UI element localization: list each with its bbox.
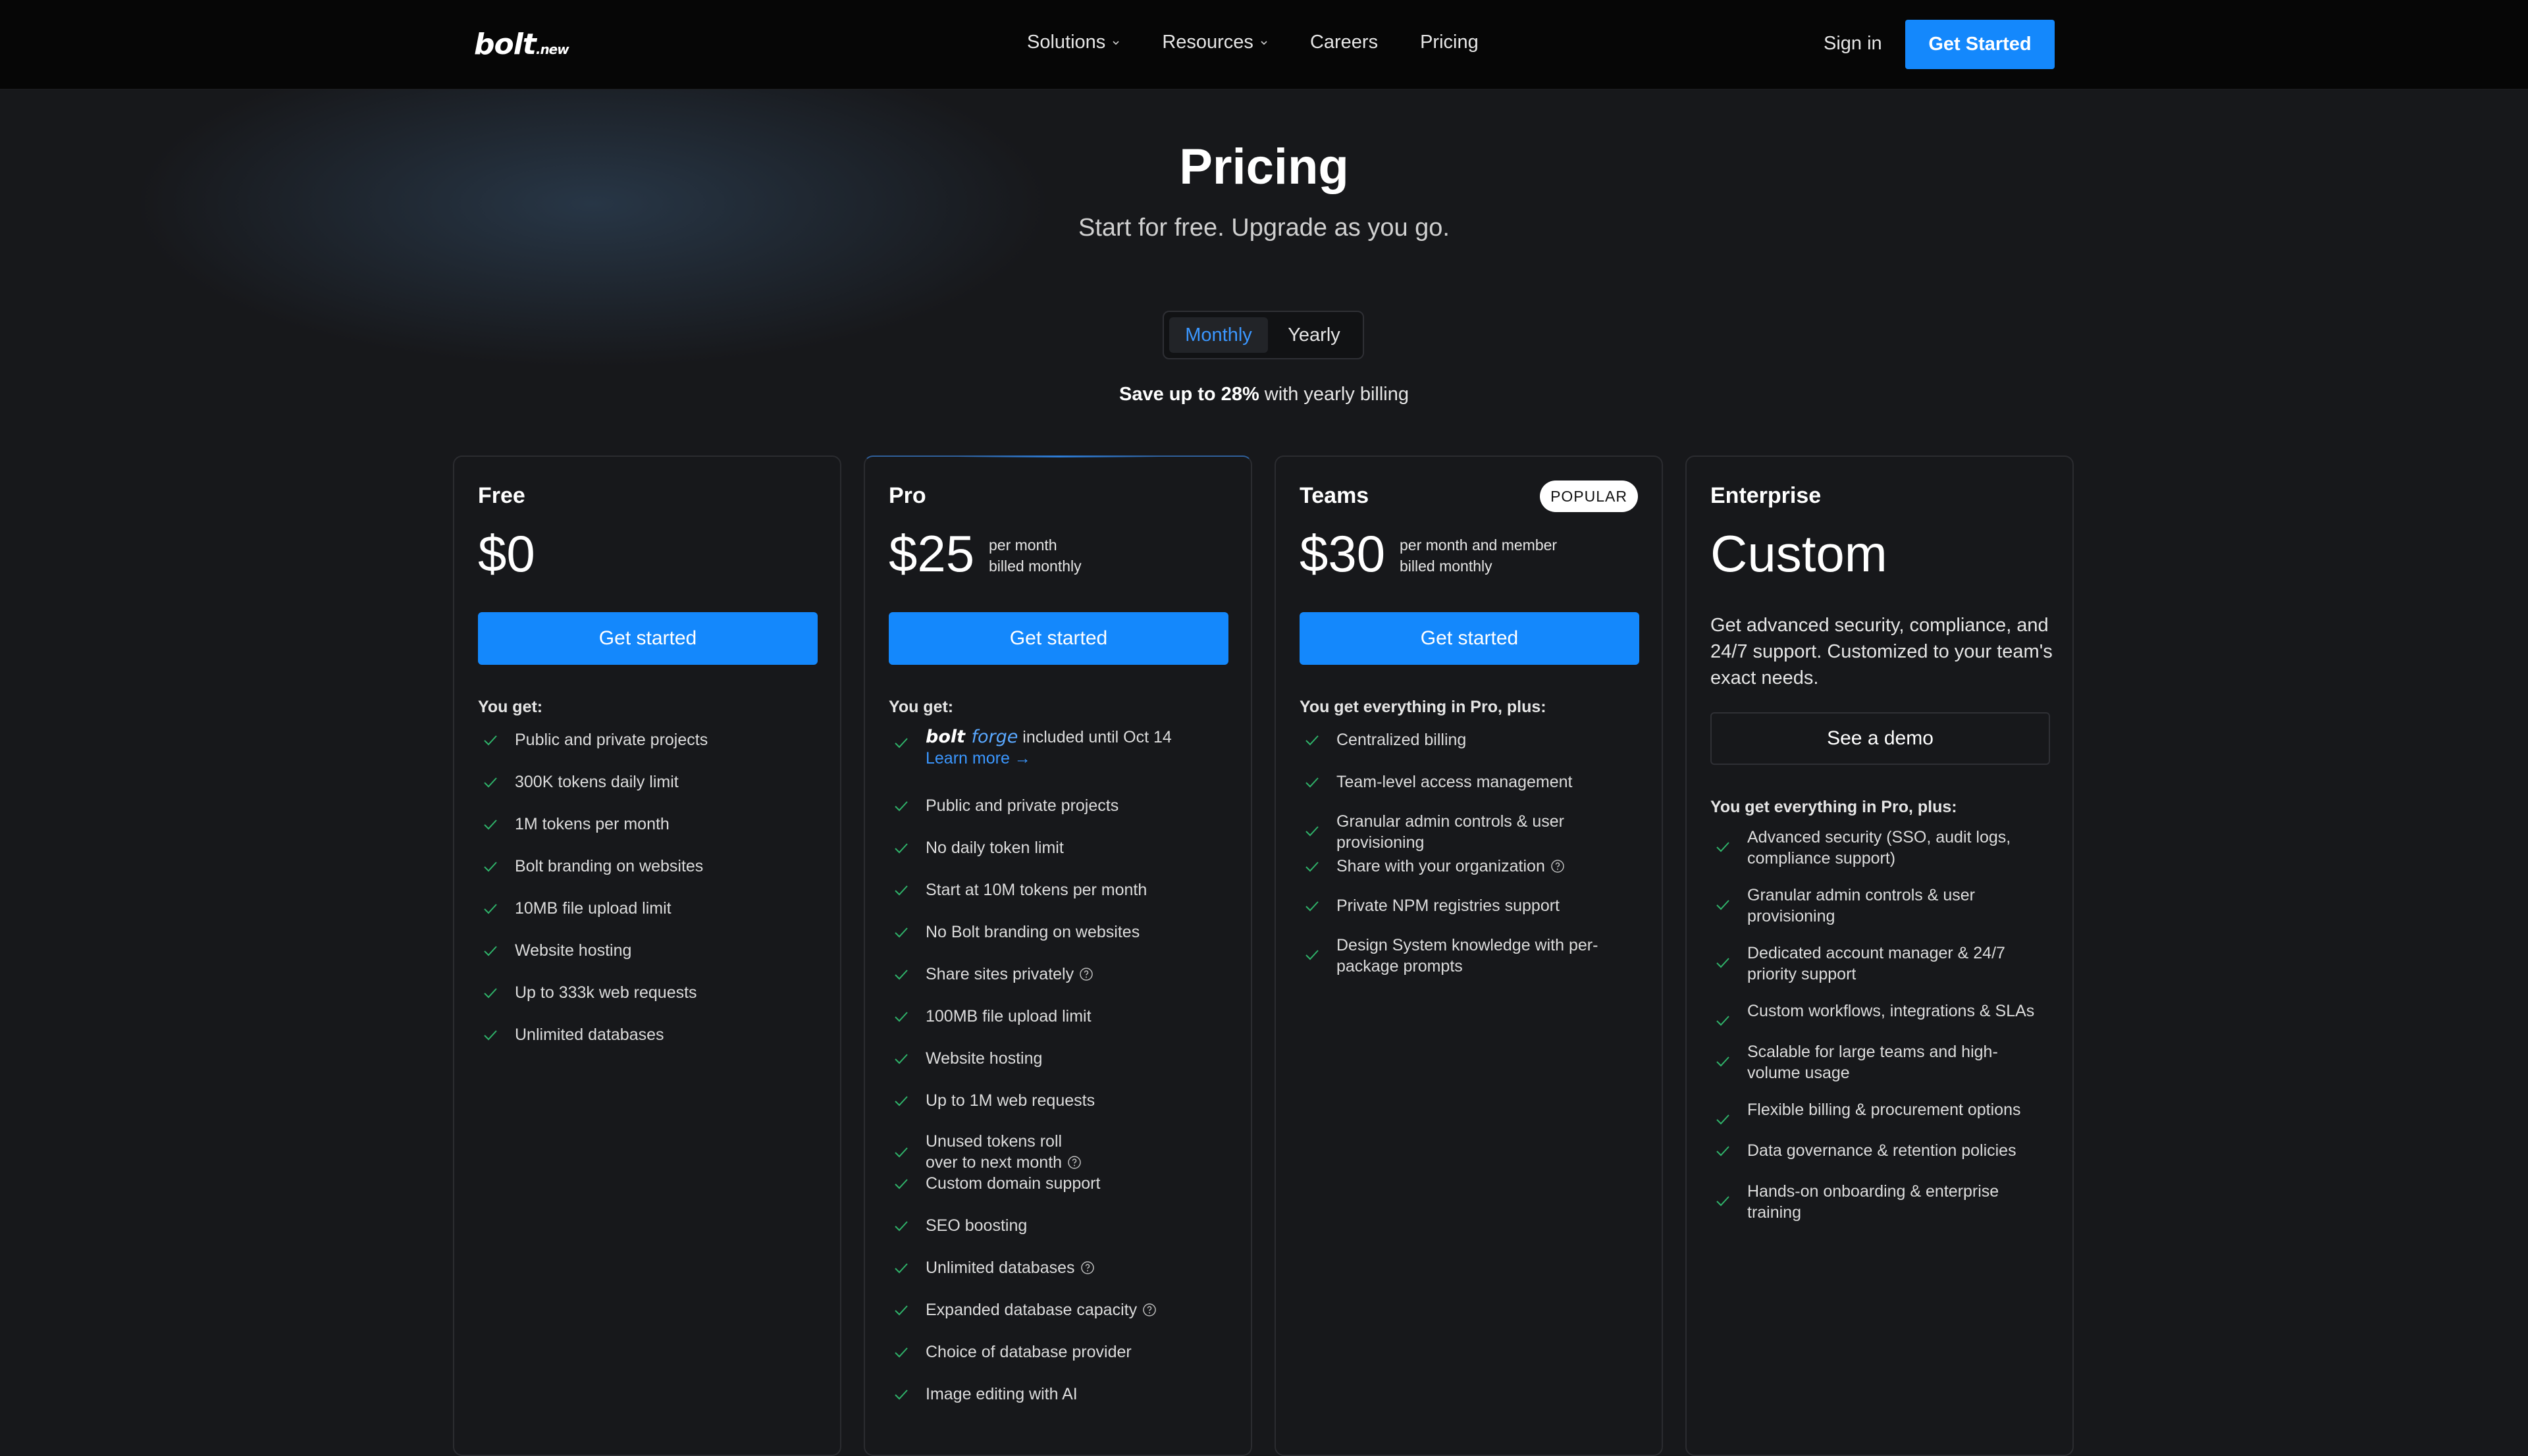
- billing-toggle: Monthly Yearly: [1163, 311, 1364, 359]
- check-icon: [1305, 862, 1319, 872]
- check-icon: [1305, 777, 1319, 788]
- check-icon: [1716, 1056, 1729, 1067]
- check-icon: [895, 1221, 908, 1232]
- yearly-savings-note: Save up to 28% with yearly billing: [1119, 384, 1409, 405]
- chevron-down-icon: [1113, 40, 1119, 45]
- plan-price: $30: [1300, 525, 1386, 583]
- plan-card-enterprise: Enterprise Custom Get advanced security,…: [1685, 455, 2074, 1456]
- check-icon: [895, 1263, 908, 1274]
- help-icon[interactable]: [1067, 1155, 1082, 1170]
- plan-name: Teams: [1300, 483, 1369, 508]
- nav-careers[interactable]: Careers: [1310, 32, 1378, 53]
- check-icon: [1716, 1114, 1729, 1125]
- see-demo-button[interactable]: See a demo: [1710, 712, 2050, 765]
- plan-card-pro: Pro $25 per month billed monthly Get star…: [864, 455, 1252, 1456]
- plan-price: $25: [889, 525, 975, 583]
- check-icon: [895, 1054, 908, 1064]
- check-icon: [484, 862, 497, 872]
- check-icon: [1716, 958, 1729, 968]
- get-started-button[interactable]: Get Started: [1905, 20, 2055, 69]
- check-icon: [484, 735, 497, 746]
- plan-price: Custom: [1710, 525, 1887, 583]
- check-icon: [1716, 900, 1729, 910]
- check-icon: [1305, 901, 1319, 912]
- check-icon: [1305, 826, 1319, 837]
- check-icon: [484, 777, 497, 788]
- chevron-down-icon: [1261, 40, 1267, 45]
- help-icon[interactable]: [1142, 1303, 1157, 1317]
- check-icon: [484, 946, 497, 956]
- page-title: Pricing: [1179, 139, 1349, 195]
- check-icon: [895, 801, 908, 812]
- nav-pricing[interactable]: Pricing: [1420, 32, 1479, 53]
- check-icon: [484, 904, 497, 914]
- check-icon: [1305, 735, 1319, 746]
- check-icon: [895, 1012, 908, 1022]
- features-heading: You get everything in Pro, plus:: [1710, 798, 1957, 816]
- bolt-forge-logo: bolt forge: [926, 727, 1018, 747]
- features-heading: You get:: [478, 698, 543, 716]
- plan-card-teams: Teams POPULAR $30 per month and member bi…: [1275, 455, 1663, 1456]
- check-icon: [1716, 1196, 1729, 1207]
- check-icon: [1716, 1016, 1729, 1026]
- page-subtitle: Start for free. Upgrade as you go.: [1078, 214, 1450, 242]
- plan-name: Free: [478, 483, 525, 508]
- nav-links: Solutions Resources Careers Pricing: [1027, 32, 1479, 53]
- teams-get-started-button[interactable]: Get started: [1300, 612, 1639, 665]
- price-note: per month billed monthly: [989, 536, 1082, 575]
- check-icon: [895, 1347, 908, 1358]
- billing-monthly-option[interactable]: Monthly: [1169, 317, 1268, 353]
- plan-price: $0: [478, 525, 535, 583]
- help-icon[interactable]: [1079, 967, 1093, 981]
- free-get-started-button[interactable]: Get started: [478, 612, 818, 665]
- popular-badge: POPULAR: [1540, 481, 1638, 512]
- check-icon: [895, 927, 908, 938]
- learn-more-link[interactable]: Learn more →: [926, 749, 1031, 767]
- top-nav: bolt.new Solutions Resources Careers Pri…: [0, 0, 2528, 90]
- check-icon: [1716, 1146, 1729, 1157]
- check-icon: [1305, 950, 1319, 960]
- check-icon: [1716, 842, 1729, 852]
- pro-get-started-button[interactable]: Get started: [889, 612, 1228, 665]
- help-icon[interactable]: [1080, 1261, 1095, 1275]
- billing-yearly-option[interactable]: Yearly: [1269, 317, 1359, 353]
- price-note: per month and member billed monthly: [1400, 536, 1558, 575]
- check-icon: [895, 885, 908, 896]
- plan-card-free: Free $0 Get started You get: Public and …: [453, 455, 841, 1456]
- check-icon: [895, 738, 908, 748]
- plan-name: Pro: [889, 483, 926, 508]
- features-heading: You get everything in Pro, plus:: [1300, 698, 1546, 716]
- features-heading: You get:: [889, 698, 954, 716]
- check-icon: [484, 988, 497, 999]
- help-icon[interactable]: [1550, 859, 1565, 873]
- plan-name: Enterprise: [1710, 483, 1822, 508]
- check-icon: [895, 1096, 908, 1106]
- sign-in-link[interactable]: Sign in: [1824, 33, 1882, 55]
- plan-description: Get advanced security, compliance, and 2…: [1710, 615, 2053, 689]
- check-icon: [895, 843, 908, 854]
- check-icon: [484, 1030, 497, 1041]
- check-icon: [895, 1179, 908, 1189]
- check-icon: [895, 1147, 908, 1158]
- check-icon: [895, 970, 908, 980]
- check-icon: [484, 819, 497, 830]
- nav-solutions[interactable]: Solutions: [1027, 32, 1120, 53]
- bolt-logo[interactable]: bolt.new: [474, 28, 569, 61]
- nav-resources[interactable]: Resources: [1162, 32, 1268, 53]
- check-icon: [895, 1305, 908, 1316]
- check-icon: [895, 1390, 908, 1400]
